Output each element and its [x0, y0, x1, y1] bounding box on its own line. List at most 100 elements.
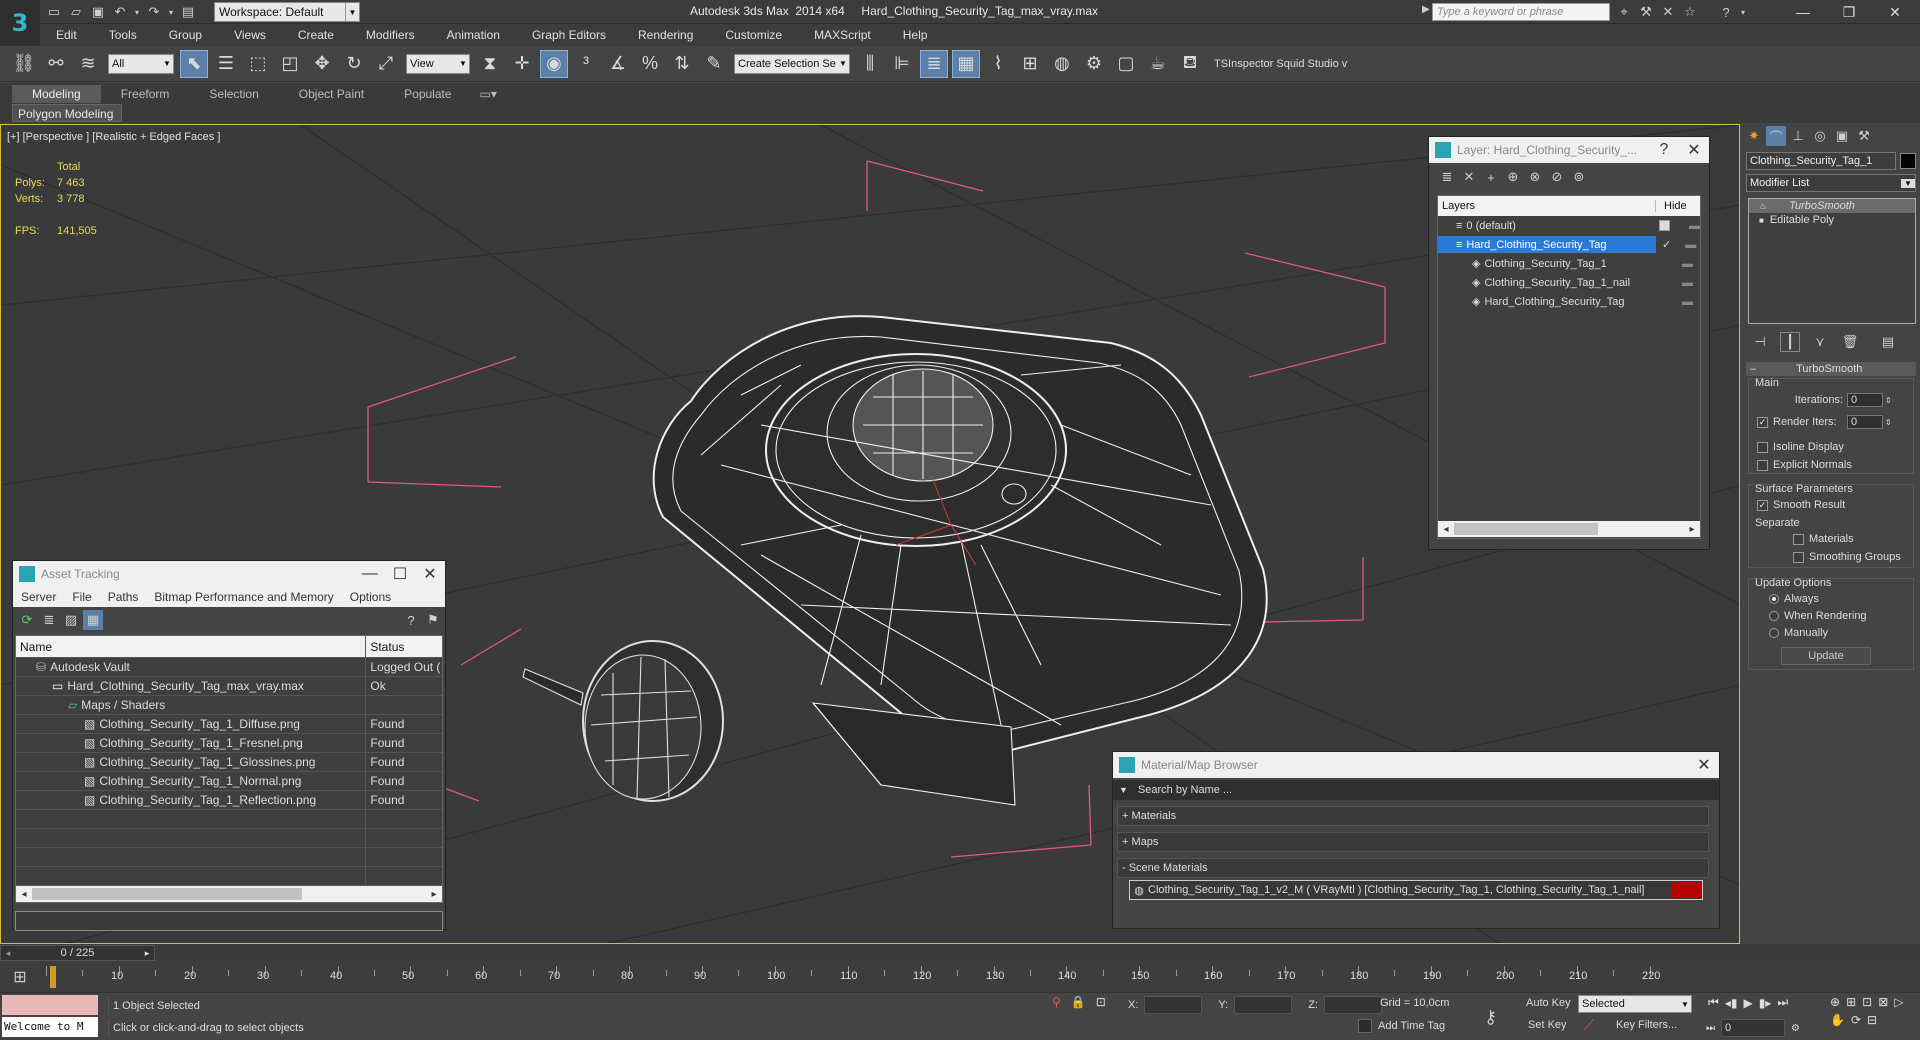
mirror-icon[interactable]: ⫼: [856, 50, 884, 78]
asset-menu-paths[interactable]: Paths: [100, 590, 147, 604]
zoom-all-icon[interactable]: ⊞: [1846, 995, 1856, 1009]
restore-icon[interactable]: ❐: [1826, 0, 1872, 24]
material-browser-titlebar[interactable]: Material/Map Browser ✕: [1113, 752, 1719, 778]
select-manipulate-icon[interactable]: ✛: [508, 50, 536, 78]
set-key-button[interactable]: Set Key: [1528, 1019, 1567, 1031]
unlink-icon[interactable]: ⚯: [42, 50, 70, 78]
help-icon[interactable]: ?: [401, 610, 421, 630]
display-tab-icon[interactable]: ▣: [1832, 126, 1852, 146]
thumbnail-view-icon[interactable]: ▨: [61, 610, 81, 630]
binoculars-icon[interactable]: ⌖: [1614, 2, 1634, 22]
render-iters-spinner[interactable]: 0: [1847, 415, 1883, 429]
undo-dropdown-icon[interactable]: ▾: [132, 2, 142, 22]
object-name-field[interactable]: Clothing_Security_Tag_1: [1746, 152, 1896, 170]
pan-icon[interactable]: ✋: [1830, 1013, 1845, 1027]
asset-menu-server[interactable]: Server: [13, 590, 64, 604]
layer-row-security-tag[interactable]: ≡ Hard_Clothing_Security_Tag ✓ ▬: [1438, 235, 1700, 254]
column-hide[interactable]: Hide: [1656, 200, 1687, 212]
field-of-view-icon[interactable]: ▷: [1894, 995, 1903, 1009]
tab-object-paint[interactable]: Object Paint: [279, 85, 384, 103]
new-file-icon[interactable]: ▭: [44, 2, 64, 22]
scroll-left-icon[interactable]: ◂: [1438, 524, 1454, 535]
zoom-icon[interactable]: ⊕: [1830, 995, 1840, 1009]
asset-tracking-titlebar[interactable]: Asset Tracking — ☐ ✕: [13, 561, 445, 587]
maxscript-mini-listener[interactable]: Welcome to M: [2, 1017, 98, 1037]
horizontal-scrollbar[interactable]: ◂ ▸: [1438, 521, 1700, 537]
refresh-icon[interactable]: ⟳: [17, 610, 37, 630]
layer-manager-icon[interactable]: ≣: [920, 49, 948, 78]
modifier-stack-item[interactable]: ♨ TurboSmooth: [1749, 199, 1915, 213]
absolute-mode-icon[interactable]: ⊡: [1096, 995, 1106, 1009]
asset-menu-options[interactable]: Options: [342, 590, 399, 604]
minimize-icon[interactable]: —: [355, 565, 385, 583]
layer-row-default[interactable]: ≡ 0 (default) ▬: [1438, 216, 1700, 235]
layer-list-icon[interactable]: ≣: [1437, 167, 1457, 187]
maxscript-listener-pink[interactable]: [2, 995, 98, 1015]
asset-menu-bitmap[interactable]: Bitmap Performance and Memory: [146, 590, 341, 604]
orbit-icon[interactable]: ⟳: [1851, 1013, 1861, 1027]
current-frame-field[interactable]: 0: [1721, 1019, 1785, 1037]
menu-graph-editors[interactable]: Graph Editors: [516, 24, 622, 46]
percent-snap-icon[interactable]: %: [636, 50, 664, 78]
close-icon[interactable]: ✕: [1689, 755, 1719, 775]
motion-tab-icon[interactable]: ◎: [1810, 126, 1830, 146]
select-by-name-icon[interactable]: ☰: [212, 50, 240, 78]
section-maps[interactable]: + Maps: [1117, 832, 1709, 852]
layer-row-object[interactable]: ◈ Clothing_Security_Tag_1 ▬: [1438, 254, 1700, 273]
window-crossing-icon[interactable]: ◰: [276, 50, 304, 78]
ribbon-options-icon[interactable]: ▭▾: [472, 85, 505, 103]
menu-views[interactable]: Views: [218, 24, 282, 46]
explicit-normals-checkbox[interactable]: [1757, 459, 1768, 471]
auto-key-button[interactable]: Auto Key: [1526, 997, 1571, 1009]
selection-filter-dropdown[interactable]: All ▼: [108, 53, 174, 74]
separate-materials-checkbox[interactable]: [1793, 533, 1804, 545]
table-row[interactable]: ▧ Clothing_Security_Tag_1_Diffuse.png Foun…: [16, 715, 442, 734]
favorites-star-icon[interactable]: ☆: [1680, 2, 1700, 22]
list-view-icon[interactable]: ≣: [39, 610, 59, 630]
column-status[interactable]: Status: [366, 636, 442, 657]
separate-smoothing-groups-checkbox[interactable]: [1793, 551, 1804, 563]
table-view-icon[interactable]: ▦: [83, 610, 103, 630]
horizontal-scrollbar[interactable]: ◂ ▸: [16, 886, 442, 902]
tab-selection[interactable]: Selection: [189, 85, 278, 103]
link-icon[interactable]: ⛓: [10, 50, 38, 78]
close-icon[interactable]: ✕: [415, 564, 445, 584]
x-coordinate-field[interactable]: [1144, 996, 1203, 1014]
delete-layer-icon[interactable]: ✕: [1459, 167, 1479, 187]
menu-modifiers[interactable]: Modifiers: [350, 24, 431, 46]
spinner-snap-icon[interactable]: ⇅: [668, 50, 696, 78]
scale-icon[interactable]: ⤢: [372, 50, 400, 78]
asset-path-field[interactable]: [15, 911, 443, 931]
scene-material-item[interactable]: ◍ Clothing_Security_Tag_1_v2_M ( VRayMtl…: [1129, 880, 1703, 900]
key-mode-dropdown[interactable]: Selected ▼: [1578, 995, 1692, 1013]
options-dropdown-icon[interactable]: ▼: [1119, 785, 1128, 795]
scroll-right-icon[interactable]: ▸: [1684, 524, 1700, 535]
turbosmooth-rollout-header[interactable]: – TurboSmooth: [1746, 362, 1916, 376]
light-bulb-icon[interactable]: ♨: [1759, 201, 1767, 212]
help-dropdown-icon[interactable]: ▾: [1738, 2, 1748, 22]
menu-tools[interactable]: Tools: [93, 24, 153, 46]
align-icon[interactable]: ⊫: [888, 50, 916, 78]
next-frame-icon[interactable]: ▮▸: [1759, 996, 1772, 1010]
time-slider[interactable]: ◂ 0 / 225 ▸: [0, 944, 1920, 962]
spinner-arrows-icon[interactable]: ⇕: [1885, 418, 1892, 427]
manually-radio[interactable]: [1769, 628, 1779, 638]
scroll-thumb[interactable]: [1454, 523, 1598, 535]
hide-toggle-icon[interactable]: ▬: [1682, 296, 1693, 308]
play-icon[interactable]: ▶: [1743, 996, 1752, 1010]
app-logo[interactable]: 3: [0, 0, 40, 46]
rectangular-selection-icon[interactable]: ⬚: [244, 50, 272, 78]
y-coordinate-field[interactable]: [1234, 996, 1293, 1014]
layer-row-object[interactable]: ◈ Clothing_Security_Tag_1_nail ▬: [1438, 273, 1700, 292]
make-unique-icon[interactable]: ⋎: [1810, 332, 1830, 352]
keyword-search-input[interactable]: Type a keyword or phrase: [1432, 3, 1610, 21]
rendered-frame-window-icon[interactable]: ▢: [1112, 50, 1140, 78]
table-row[interactable]: ▧ Clothing_Security_Tag_1_Fresnel.png Foun…: [16, 734, 442, 753]
menu-rendering[interactable]: Rendering: [622, 24, 709, 46]
move-icon[interactable]: ✥: [308, 50, 336, 78]
save-icon[interactable]: ▣: [88, 2, 108, 22]
search-arrow-icon[interactable]: ▶: [1422, 4, 1430, 15]
render-iters-checkbox[interactable]: ✓: [1757, 416, 1768, 428]
pivot-center-icon[interactable]: ⧗: [476, 50, 504, 78]
render-production-icon[interactable]: ☕: [1144, 50, 1172, 78]
